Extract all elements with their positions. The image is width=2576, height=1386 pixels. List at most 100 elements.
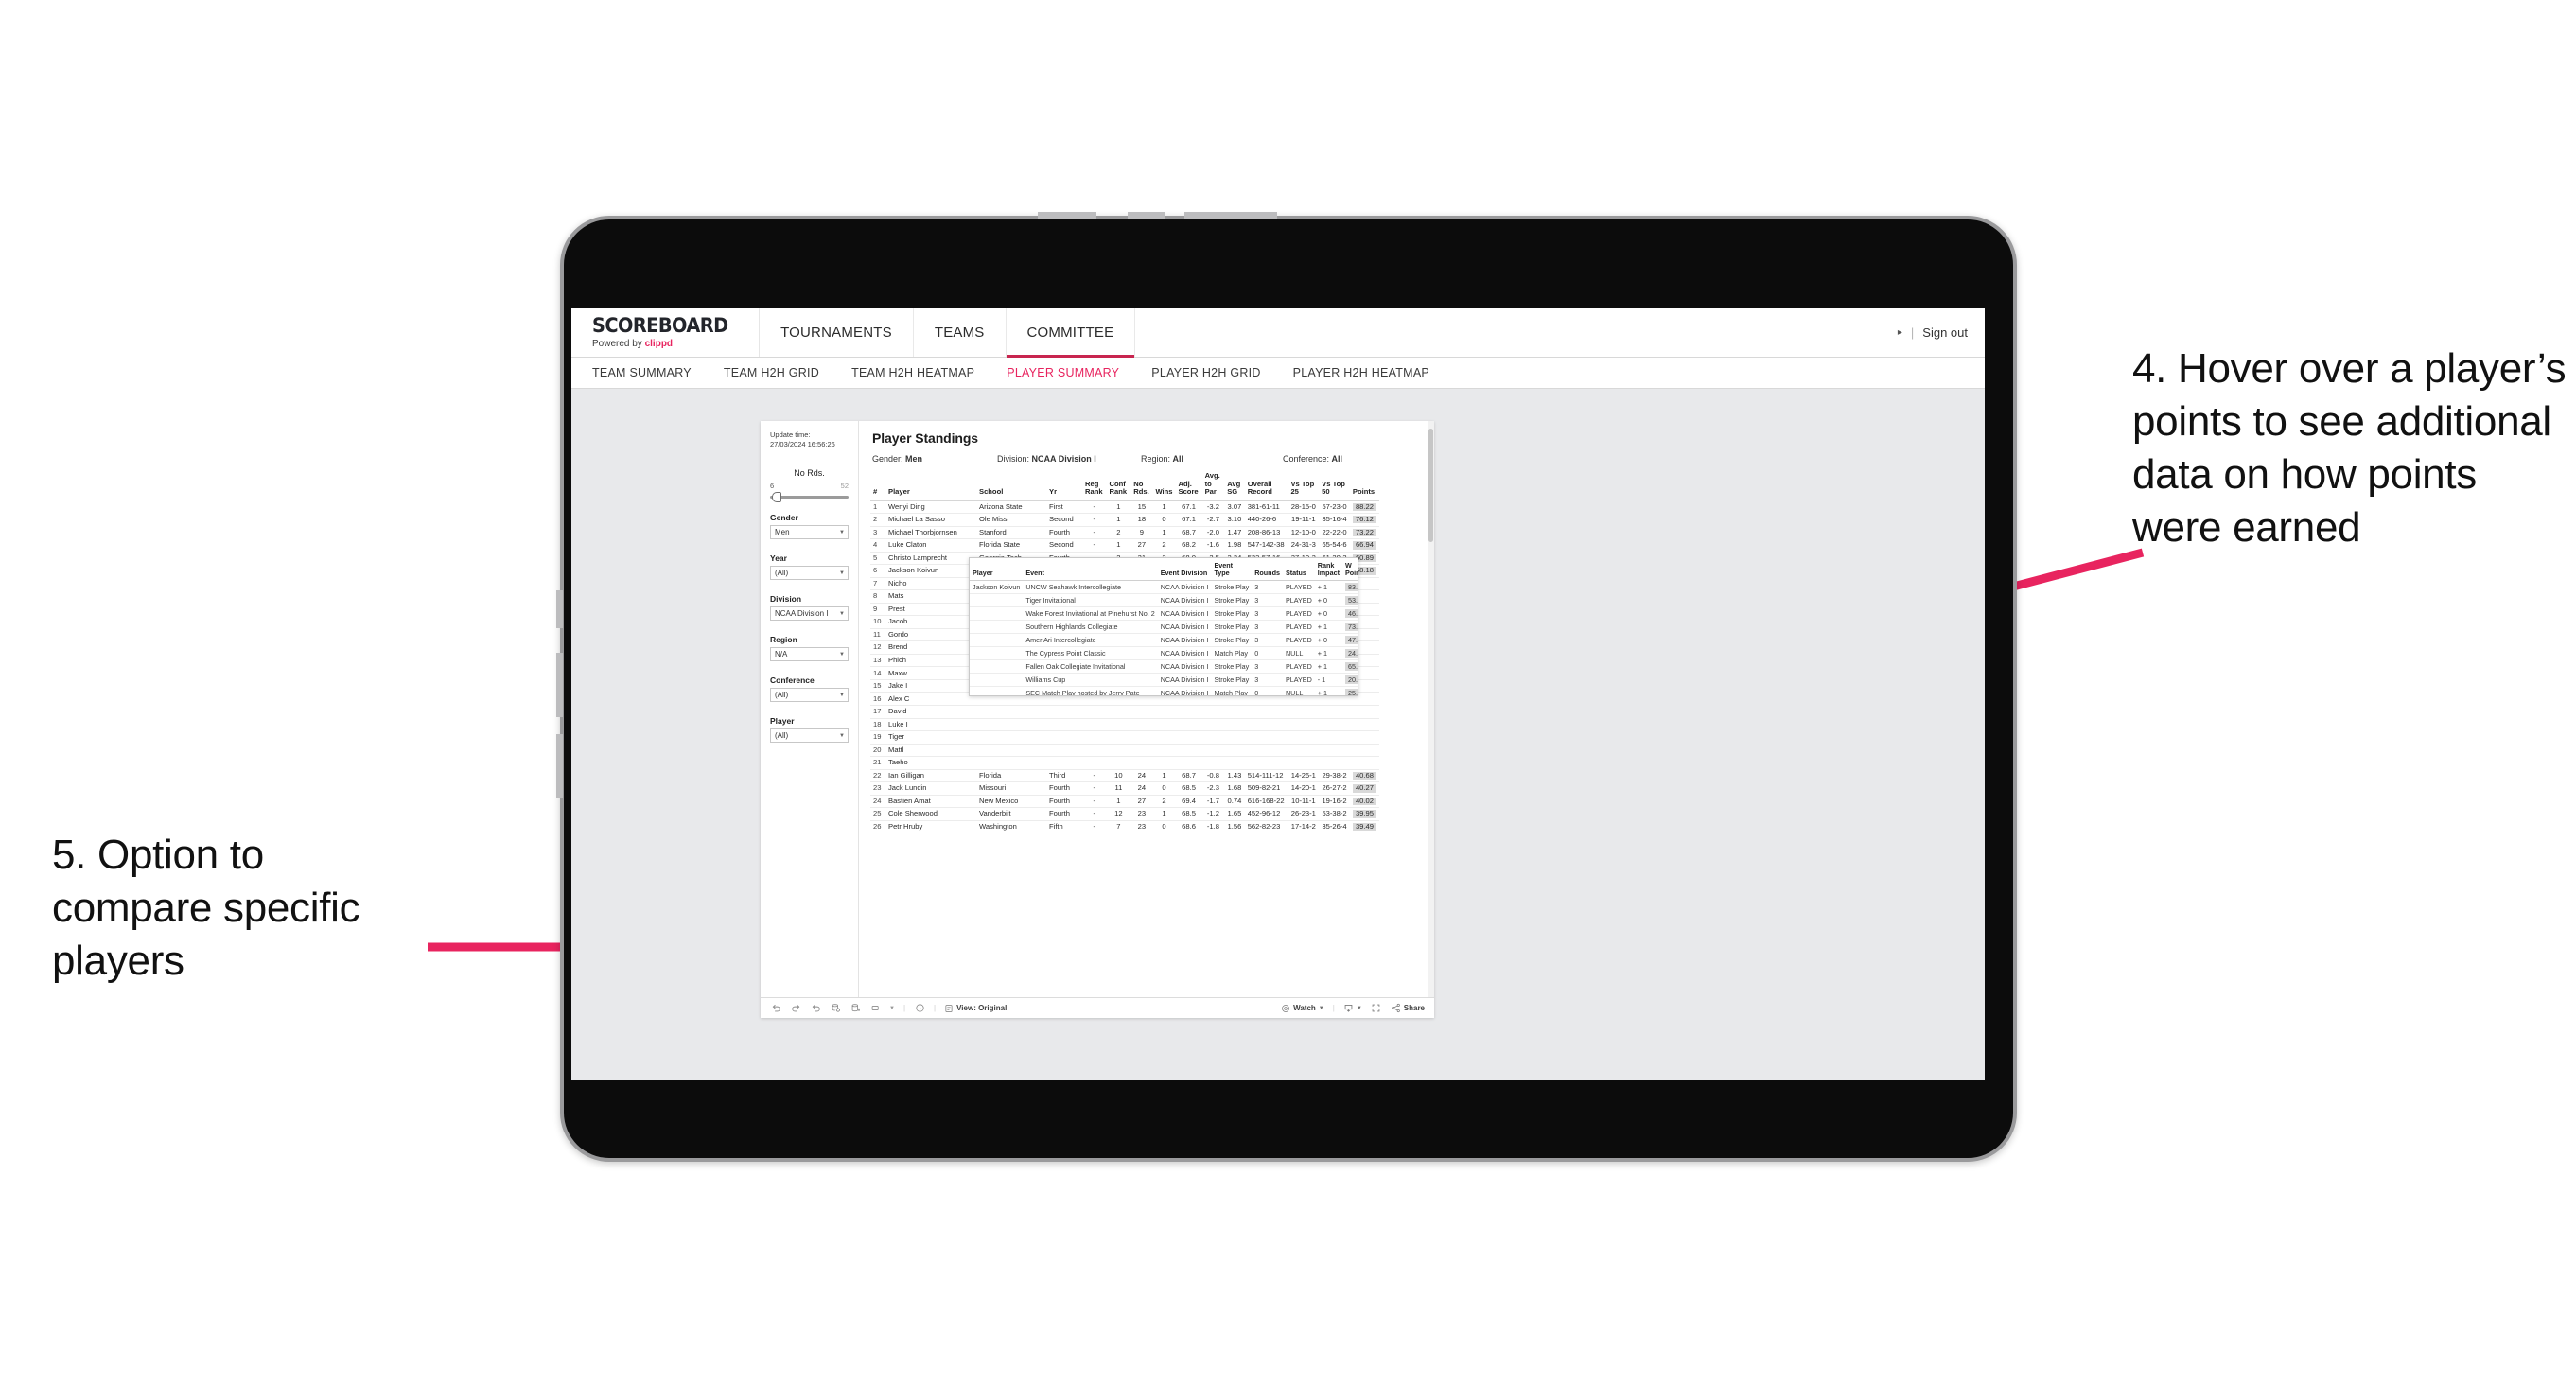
col-player[interactable]: Player xyxy=(885,470,976,501)
points-cell[interactable]: 40.02 xyxy=(1349,795,1379,809)
col-adj-score[interactable]: Adj. Score xyxy=(1175,470,1202,501)
topnav-user-area: ▸ | Sign out xyxy=(1898,308,1985,357)
filter-year-select[interactable]: (All) ▼ xyxy=(770,566,849,581)
points-cell[interactable]: 39.95 xyxy=(1349,807,1379,821)
table-row[interactable]: 18 Luke I xyxy=(870,718,1379,732)
download-button[interactable]: ▼ xyxy=(1343,1003,1362,1013)
no-rounds-slider[interactable]: No Rds. 6 52 xyxy=(770,468,849,503)
points-cell[interactable]: 40.27 xyxy=(1349,781,1379,796)
rank-cell: 1 xyxy=(870,500,885,515)
col-school[interactable]: School xyxy=(976,470,1046,501)
overall-record-cell: 509-82-21 xyxy=(1244,781,1288,796)
table-row[interactable]: 1 Wenyi Ding Arizona State First -1 15 1 67.1 -3… xyxy=(870,500,1379,515)
slider-handle[interactable] xyxy=(772,492,781,503)
avg-to-par-cell: -1.2 xyxy=(1201,807,1225,821)
watch-label: Watch xyxy=(1293,1004,1316,1012)
tooltip-type-cell: Stroke Play xyxy=(1211,659,1253,674)
table-row[interactable]: 19 Tiger xyxy=(870,730,1379,745)
col-avg-sg[interactable]: Avg SG xyxy=(1224,470,1245,501)
redo-icon[interactable] xyxy=(790,1003,801,1014)
pause-auto-update-icon[interactable] xyxy=(850,1003,861,1014)
revert-icon[interactable] xyxy=(810,1003,821,1014)
table-row[interactable]: 24 Bastien Amat New Mexico Fourth -1 27 2 69.4-… xyxy=(870,795,1379,809)
grid-scrollbar-thumb[interactable] xyxy=(1428,429,1433,542)
col-avg-to-par[interactable]: Avg. to Par xyxy=(1201,470,1225,501)
col-year[interactable]: Yr xyxy=(1046,470,1082,501)
avg-to-par-cell: -1.7 xyxy=(1201,795,1225,809)
tab-player-h2h-grid[interactable]: PLAYER H2H GRID xyxy=(1151,366,1260,379)
slider-track[interactable] xyxy=(770,492,849,503)
tooltip-status-cell: NULL xyxy=(1282,646,1315,660)
col-overall-record[interactable]: Overall Record xyxy=(1244,470,1288,501)
fullscreen-icon[interactable] xyxy=(1371,1003,1382,1014)
col-no-rds[interactable]: No Rds. xyxy=(1130,470,1153,501)
table-row[interactable]: 17 David xyxy=(870,705,1379,719)
tooltip-status-cell: PLAYED xyxy=(1282,633,1315,647)
share-button[interactable]: Share xyxy=(1391,1003,1425,1013)
table-row[interactable]: 23 Jack Lundin Missouri Fourth -11 24 0 68.5 -2.… xyxy=(870,781,1379,796)
filter-division-select[interactable]: NCAA Division I ▼ xyxy=(770,606,849,622)
table-row[interactable]: 25 Cole Sherwood Vanderbilt Fourth -12 23 1 68.… xyxy=(870,807,1379,821)
overall-record-cell: 452-96-12 xyxy=(1244,807,1288,821)
tab-team-h2h-heatmap[interactable]: TEAM H2H HEATMAP xyxy=(851,366,974,379)
table-row[interactable]: 21 Taeho xyxy=(870,756,1379,770)
adj-score-cell: 68.7 xyxy=(1175,526,1202,540)
topnav-item-committee[interactable]: COMMITTEE xyxy=(1006,308,1136,358)
tooltip-rank-impact-cell: - 1 xyxy=(1314,673,1342,687)
refresh-data-icon[interactable] xyxy=(830,1003,841,1014)
col-vs-top-25[interactable]: Vs Top 25 xyxy=(1288,470,1320,501)
view-original-button[interactable]: View: Original xyxy=(944,1004,1007,1013)
tooltip-event-cell: Williams Cup xyxy=(1023,673,1158,687)
points-cell[interactable]: 73.22 xyxy=(1349,526,1379,540)
col-conf-rank[interactable]: Conf Rank xyxy=(1106,470,1131,501)
chevron-down-icon: ▼ xyxy=(839,529,845,535)
col-wins[interactable]: Wins xyxy=(1152,470,1176,501)
filter-gender-select[interactable]: Men ▼ xyxy=(770,525,849,540)
no-rds-cell: 15 xyxy=(1130,500,1153,515)
top-navigation-bar: SCOREBOARD Powered by clippd TOURNAMENTS… xyxy=(571,308,1985,358)
no-rds-cell: 24 xyxy=(1130,769,1153,783)
player-cell: Mats xyxy=(885,589,976,604)
col-reg-rank[interactable]: Reg Rank xyxy=(1082,470,1107,501)
overall-record-cell: 616-168-22 xyxy=(1244,795,1288,809)
filter-region-select[interactable]: N/A ▼ xyxy=(770,647,849,662)
col-rank[interactable]: # xyxy=(870,470,885,501)
points-cell[interactable]: 76.12 xyxy=(1349,513,1379,527)
player-cell: Luke I xyxy=(885,718,976,732)
table-row[interactable]: 2 Michael La Sasso Ole Miss Second -1 18 0 67.1… xyxy=(870,513,1379,527)
tab-team-h2h-grid[interactable]: TEAM H2H GRID xyxy=(724,366,819,379)
points-cell[interactable]: 40.68 xyxy=(1349,769,1379,783)
table-row[interactable]: 20 Mattl xyxy=(870,744,1379,758)
history-icon[interactable] xyxy=(914,1003,925,1014)
table-row[interactable]: 22 Ian Gilligan Florida Third -10 24 1 68.7 -0.8… xyxy=(870,769,1379,783)
chevron-right-icon[interactable]: ▸ xyxy=(1898,327,1902,338)
col-points[interactable]: Points xyxy=(1349,470,1379,501)
table-row[interactable]: 26 Petr Hruby Washington Fifth -7 23 0 68.6 -1.8… xyxy=(870,820,1379,834)
sign-out-link[interactable]: Sign out xyxy=(1922,325,1968,340)
table-row[interactable]: 3 Michael Thorbjornsen Stanford Fourth -2 9 1 6… xyxy=(870,526,1379,540)
tooltip-event-cell: The Cypress Point Classic xyxy=(1023,646,1158,660)
tab-team-summary[interactable]: TEAM SUMMARY xyxy=(592,366,692,379)
view-toggle-icon[interactable] xyxy=(869,1003,881,1014)
grid-scrollbar-track[interactable] xyxy=(1428,421,1434,997)
topnav-item-tournaments[interactable]: TOURNAMENTS xyxy=(760,308,914,357)
tooltip-rounds-cell: 3 xyxy=(1252,606,1283,621)
points-cell[interactable]: 66.94 xyxy=(1349,538,1379,553)
filter-conference-select[interactable]: (All) ▼ xyxy=(770,688,849,703)
points-value: 88.22 xyxy=(1352,502,1376,511)
table-row[interactable]: 4 Luke Claton Florida State Second -1 27 2 68.2… xyxy=(870,538,1379,553)
points-cell[interactable]: 88.22 xyxy=(1349,500,1379,515)
chevron-down-icon[interactable]: ▼ xyxy=(889,1006,895,1011)
filter-player-select[interactable]: (All) ▼ xyxy=(770,728,849,744)
topnav-item-teams[interactable]: TEAMS xyxy=(914,308,1007,357)
watch-button[interactable]: Watch ▼ xyxy=(1281,1004,1324,1013)
tooltip-status-cell: PLAYED xyxy=(1282,620,1315,634)
school-cell: Florida State xyxy=(976,538,1046,553)
conf-rank-cell: 11 xyxy=(1106,781,1131,796)
tab-player-h2h-heatmap[interactable]: PLAYER H2H HEATMAP xyxy=(1293,366,1429,379)
brand-logo[interactable]: SCOREBOARD Powered by clippd xyxy=(571,308,761,357)
points-cell[interactable]: 39.49 xyxy=(1349,820,1379,834)
col-vs-top-50[interactable]: Vs Top 50 xyxy=(1319,470,1350,501)
undo-icon[interactable] xyxy=(770,1003,781,1014)
tab-player-summary[interactable]: PLAYER SUMMARY xyxy=(1007,366,1119,379)
